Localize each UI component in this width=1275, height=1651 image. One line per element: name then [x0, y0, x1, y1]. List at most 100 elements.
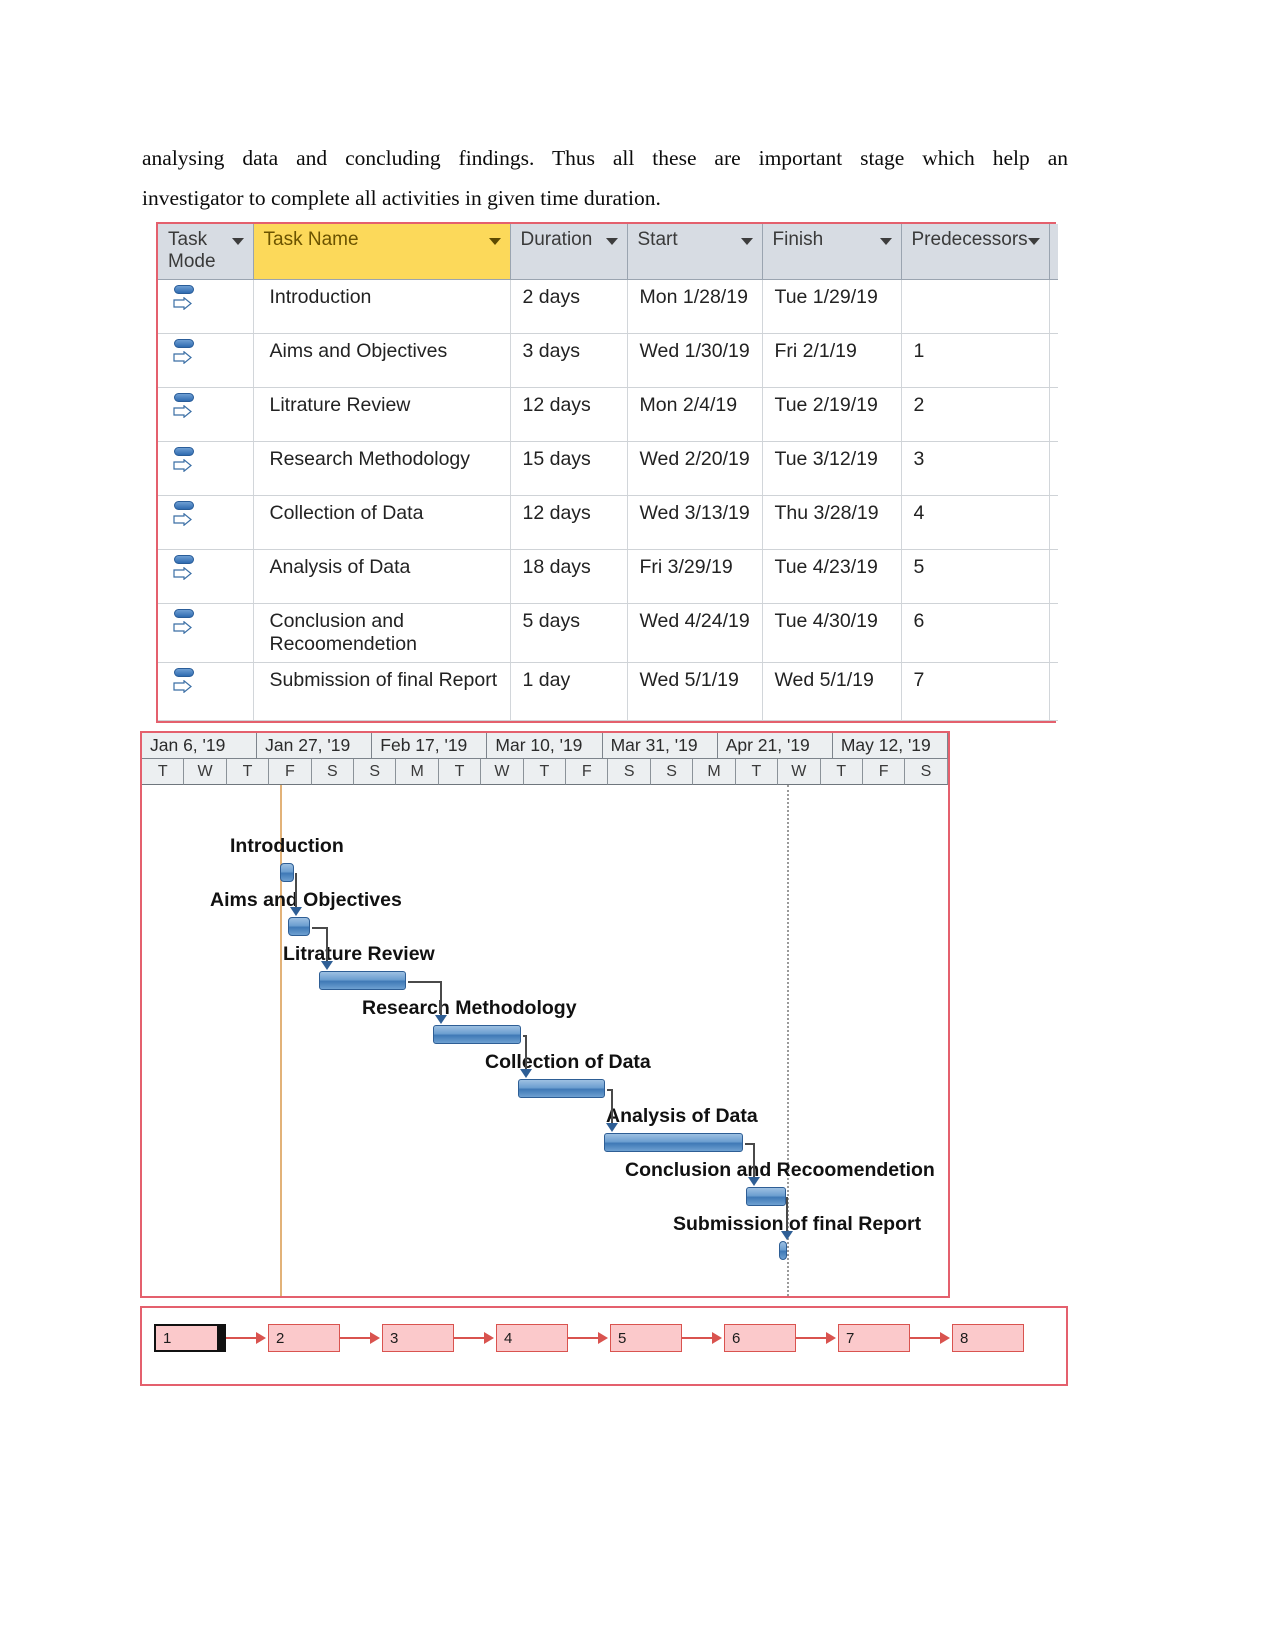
- table-row[interactable]: Collection of Data 12 days Wed 3/13/19 Thu …: [158, 495, 1058, 550]
- cell-overflow[interactable]: [1049, 549, 1058, 604]
- network-node[interactable]: 3: [382, 1324, 454, 1352]
- cell-finish[interactable]: Tue 4/23/19: [762, 549, 902, 604]
- cell-task-mode[interactable]: [158, 441, 254, 496]
- cell-overflow[interactable]: [1049, 387, 1058, 442]
- timescale-day-cell: W: [184, 759, 227, 785]
- cell-task-name[interactable]: Collection of Data: [253, 495, 511, 550]
- cell-finish[interactable]: Fri 2/1/19: [762, 333, 902, 388]
- cell-finish[interactable]: Tue 4/30/19: [762, 603, 902, 663]
- gantt-bar[interactable]: [288, 917, 310, 936]
- table-row[interactable]: Litrature Review 12 days Mon 2/4/19 Tue 2/1…: [158, 387, 1058, 442]
- gantt-bar[interactable]: [280, 863, 294, 882]
- cell-overflow[interactable]: [1049, 662, 1058, 721]
- network-node[interactable]: 4: [496, 1324, 568, 1352]
- cell-overflow[interactable]: [1049, 603, 1058, 663]
- cell-duration[interactable]: 2 days: [510, 279, 628, 334]
- table-row[interactable]: Introduction 2 days Mon 1/28/19 Tue 1/29/19: [158, 279, 1058, 334]
- arrow-right-icon: [712, 1332, 722, 1344]
- cell-task-name[interactable]: Conclusion and Recoomendetion: [253, 603, 511, 663]
- cell-task-name[interactable]: Submission of final Report: [253, 662, 511, 721]
- chevron-down-icon[interactable]: [879, 238, 892, 245]
- cell-start[interactable]: Wed 2/20/19: [627, 441, 763, 496]
- column-header-task-name[interactable]: Task Name: [253, 224, 511, 280]
- cell-start[interactable]: Wed 5/1/19: [627, 662, 763, 721]
- cell-finish[interactable]: Tue 2/19/19: [762, 387, 902, 442]
- chevron-down-icon[interactable]: [605, 238, 618, 245]
- cell-task-mode[interactable]: [158, 279, 254, 334]
- network-connector-arrow: [340, 1324, 382, 1352]
- network-node[interactable]: 2: [268, 1324, 340, 1352]
- table-row[interactable]: Research Methodology 15 days Wed 2/20/19 Tu…: [158, 441, 1058, 496]
- table-row[interactable]: Submission of final Report 1 day Wed 5/1/1…: [158, 662, 1058, 721]
- column-header-label: Duration: [520, 229, 593, 250]
- cell-overflow[interactable]: [1049, 441, 1058, 496]
- cell-task-name[interactable]: Litrature Review: [253, 387, 511, 442]
- cell-duration[interactable]: 3 days: [510, 333, 628, 388]
- cell-predecessors[interactable]: 7: [901, 662, 1050, 721]
- gantt-bar[interactable]: [319, 971, 406, 990]
- cell-start[interactable]: Fri 3/29/19: [627, 549, 763, 604]
- network-node[interactable]: 1: [154, 1324, 226, 1352]
- cell-finish[interactable]: Wed 5/1/19: [762, 662, 902, 721]
- cell-predecessors[interactable]: 4: [901, 495, 1050, 550]
- cell-task-name[interactable]: Analysis of Data: [253, 549, 511, 604]
- network-node[interactable]: 6: [724, 1324, 796, 1352]
- arrow-right-icon: [173, 567, 192, 580]
- cell-duration[interactable]: 15 days: [510, 441, 628, 496]
- column-header-duration[interactable]: Duration: [510, 224, 628, 280]
- cell-task-name[interactable]: Introduction: [253, 279, 511, 334]
- network-node[interactable]: 7: [838, 1324, 910, 1352]
- cell-predecessors[interactable]: 3: [901, 441, 1050, 496]
- chevron-down-icon[interactable]: [231, 238, 244, 245]
- network-node[interactable]: 8: [952, 1324, 1024, 1352]
- cell-task-mode[interactable]: [158, 549, 254, 604]
- cell-start[interactable]: Wed 3/13/19: [627, 495, 763, 550]
- chevron-down-icon[interactable]: [740, 238, 753, 245]
- gantt-bar[interactable]: [746, 1187, 786, 1206]
- cell-finish[interactable]: Thu 3/28/19: [762, 495, 902, 550]
- cell-duration[interactable]: 12 days: [510, 387, 628, 442]
- cell-task-name[interactable]: Aims and Objectives: [253, 333, 511, 388]
- cell-task-name[interactable]: Research Methodology: [253, 441, 511, 496]
- cell-task-mode[interactable]: [158, 603, 254, 663]
- gantt-bar[interactable]: [604, 1133, 743, 1152]
- chevron-down-icon[interactable]: [1027, 238, 1040, 245]
- cell-duration[interactable]: 12 days: [510, 495, 628, 550]
- cell-predecessors[interactable]: [901, 279, 1050, 334]
- cell-finish[interactable]: Tue 3/12/19: [762, 441, 902, 496]
- column-header-task-mode[interactable]: Task Mode: [158, 224, 254, 280]
- cell-predecessors[interactable]: 1: [901, 333, 1050, 388]
- gantt-bar[interactable]: [433, 1025, 521, 1044]
- cell-task-mode[interactable]: [158, 495, 254, 550]
- gantt-bar[interactable]: [518, 1079, 605, 1098]
- cell-task-mode[interactable]: [158, 333, 254, 388]
- cell-task-mode[interactable]: [158, 662, 254, 721]
- cell-overflow[interactable]: [1049, 495, 1058, 550]
- cell-start[interactable]: Wed 4/24/19: [627, 603, 763, 663]
- table-row[interactable]: Aims and Objectives 3 days Wed 1/30/19 Fri …: [158, 333, 1058, 388]
- chevron-down-icon[interactable]: [488, 238, 501, 245]
- timescale-day-cell: F: [566, 759, 609, 785]
- cell-start[interactable]: Mon 1/28/19: [627, 279, 763, 334]
- table-row[interactable]: Conclusion and Recoomendetion 5 days Wed 4…: [158, 603, 1058, 663]
- timescale-day-cell: W: [481, 759, 524, 785]
- cell-start[interactable]: Wed 1/30/19: [627, 333, 763, 388]
- column-header-predecessors[interactable]: Predecessors: [901, 224, 1050, 280]
- cell-duration[interactable]: 1 day: [510, 662, 628, 721]
- table-row[interactable]: Analysis of Data 18 days Fri 3/29/19 Tue 4/…: [158, 549, 1058, 604]
- cell-overflow[interactable]: [1049, 333, 1058, 388]
- cell-predecessors[interactable]: 5: [901, 549, 1050, 604]
- arrow-down-icon: [290, 907, 302, 916]
- cell-duration[interactable]: 18 days: [510, 549, 628, 604]
- network-node[interactable]: 5: [610, 1324, 682, 1352]
- cell-overflow[interactable]: [1049, 279, 1058, 334]
- column-header-finish[interactable]: Finish: [762, 224, 902, 280]
- column-header-start[interactable]: Start: [627, 224, 763, 280]
- cell-predecessors[interactable]: 2: [901, 387, 1050, 442]
- cell-duration[interactable]: 5 days: [510, 603, 628, 663]
- cell-start[interactable]: Mon 2/4/19: [627, 387, 763, 442]
- gantt-bar[interactable]: [779, 1241, 787, 1260]
- cell-predecessors[interactable]: 6: [901, 603, 1050, 663]
- cell-task-mode[interactable]: [158, 387, 254, 442]
- cell-finish[interactable]: Tue 1/29/19: [762, 279, 902, 334]
